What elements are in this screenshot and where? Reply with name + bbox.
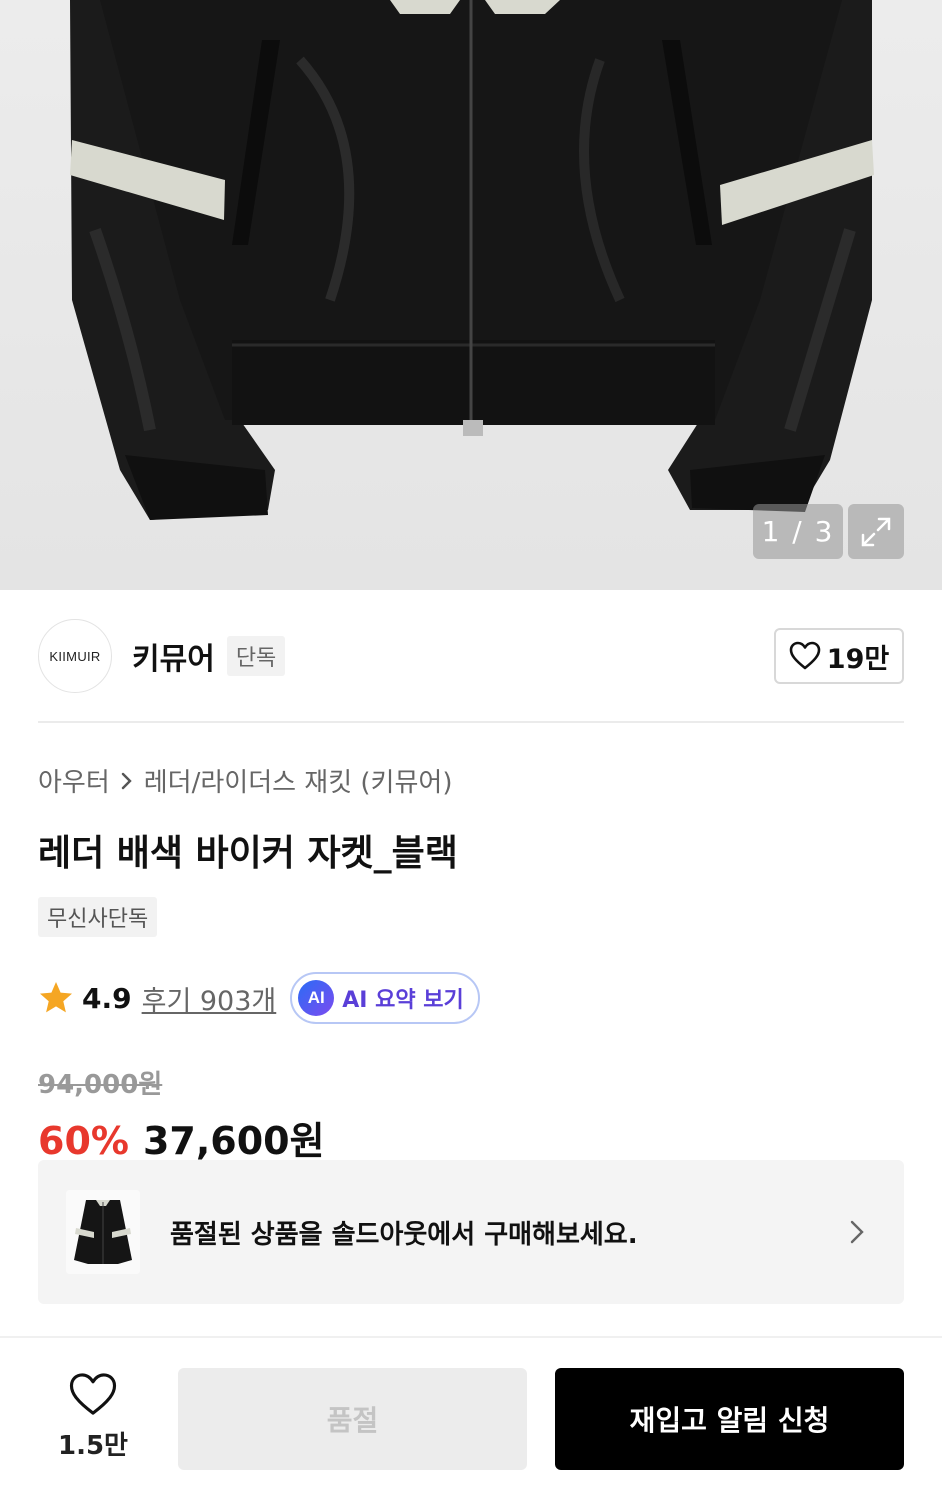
divider bbox=[38, 721, 904, 723]
discount-rate: 60% bbox=[38, 1119, 129, 1163]
brand-exclusive-tag: 단독 bbox=[226, 636, 286, 676]
original-price: 94,000원 bbox=[38, 1070, 163, 1100]
exclusive-badge: 무신사단독 bbox=[38, 897, 158, 937]
wishlist-count: 1.5만 bbox=[58, 1431, 128, 1461]
brand-like-button[interactable]: 19만 bbox=[774, 628, 904, 684]
brand-row: KIIMUIR 키뮤어 단독 19만 bbox=[38, 619, 904, 693]
soldout-banner-text: 품절된 상품을 솔드아웃에서 구매해보세요. bbox=[170, 1219, 638, 1250]
product-image-gallery[interactable]: 1 / 3 bbox=[0, 0, 942, 590]
sale-price: 37,600원 bbox=[142, 1119, 325, 1163]
price-row: 60% 37,600원 bbox=[38, 1110, 325, 1165]
brand-logo[interactable]: KIIMUIR bbox=[38, 619, 112, 693]
chevron-right-icon bbox=[850, 1220, 864, 1244]
breadcrumb: 아우터 레더/라이더스 재킷 (키뮤어) bbox=[38, 762, 452, 799]
soldout-market-banner[interactable]: 품절된 상품을 솔드아웃에서 구매해보세요. bbox=[38, 1160, 904, 1304]
rating-value: 4.9 bbox=[82, 981, 132, 1015]
bottom-action-bar: 1.5만 품절 재입고 알림 신청 bbox=[0, 1336, 942, 1500]
rating-row: 4.9 후기 903개 AI AI 요약 보기 bbox=[38, 972, 480, 1024]
product-title: 레더 배색 바이커 자켓_블랙 bbox=[38, 833, 458, 874]
star-icon bbox=[40, 982, 72, 1013]
image-counter: 1 / 3 bbox=[753, 504, 843, 559]
review-count-link[interactable]: 후기 903개 bbox=[142, 979, 277, 1018]
heart-outline-icon bbox=[69, 1373, 117, 1415]
expand-button[interactable] bbox=[848, 504, 904, 559]
ai-summary-label: AI 요약 보기 bbox=[342, 988, 464, 1013]
expand-icon bbox=[861, 517, 891, 546]
soldout-button: 품절 bbox=[178, 1368, 527, 1470]
brand-like-count: 19만 bbox=[826, 643, 890, 675]
heart-outline-icon bbox=[789, 641, 821, 670]
product-thumbnail bbox=[66, 1190, 140, 1274]
breadcrumb-subcategory[interactable]: 레더/라이더스 재킷 (키뮤어) bbox=[144, 762, 453, 799]
breadcrumb-category[interactable]: 아우터 bbox=[38, 762, 110, 799]
wishlist-button[interactable]: 1.5만 bbox=[50, 1372, 136, 1462]
brand-name[interactable]: 키뮤어 bbox=[132, 634, 215, 678]
restock-alert-button[interactable]: 재입고 알림 신청 bbox=[555, 1368, 904, 1470]
ai-summary-button[interactable]: AI AI 요약 보기 bbox=[290, 972, 480, 1024]
leather-jacket-photo bbox=[70, 0, 874, 520]
chevron-right-icon bbox=[121, 772, 132, 789]
ai-icon: AI bbox=[298, 980, 335, 1016]
